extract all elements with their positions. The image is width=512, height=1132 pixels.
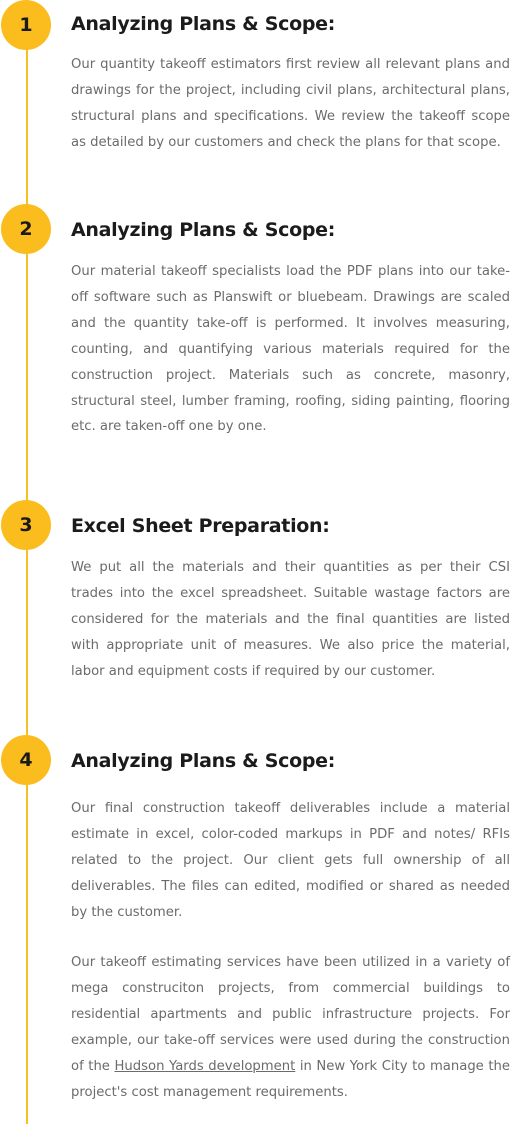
step-3-description: We put all the materials and their quant… [71,560,510,679]
step-4-extra-text-before-link: Our takeoff estimating services have bee… [71,955,510,1074]
step-3-number-badge: 3 [1,500,51,550]
step-4-title: Analyzing Plans & Scope: [71,750,336,772]
step-2-number-badge: 2 [1,204,51,254]
hudson-yards-link[interactable]: Hudson Yards development [114,1059,295,1074]
step-2-description: Our material takeoff specialists load th… [71,264,510,435]
step-4-number-badge: 4 [1,735,51,785]
step-4-additional-paragraph: Our takeoff estimating services have bee… [71,950,510,1105]
step-1-title: Analyzing Plans & Scope: [71,13,336,35]
step-1-description: Our quantity takeoff estimators first re… [71,57,510,150]
step-4-description: Our final construction takeoff deliverab… [71,801,510,920]
step-1-number-badge: 1 [1,0,51,50]
step-2-title: Analyzing Plans & Scope: [71,219,336,241]
step-3-title: Excel Sheet Preparation: [71,515,330,537]
timeline-line [26,0,28,1124]
